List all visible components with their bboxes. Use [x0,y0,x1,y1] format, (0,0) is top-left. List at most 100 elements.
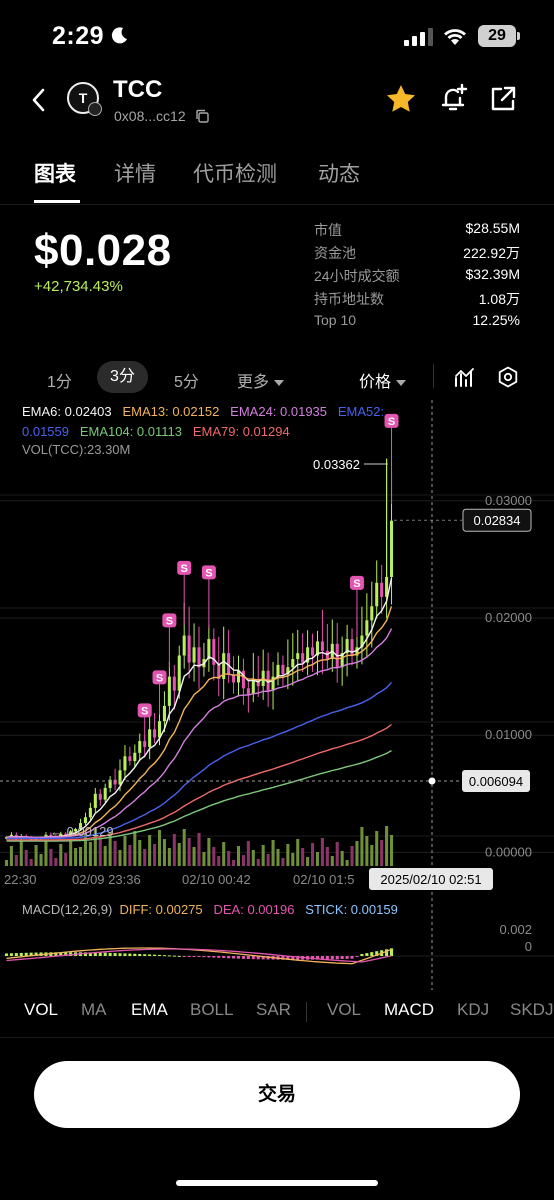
volume-bar [360,827,364,866]
volume-bar [261,845,265,866]
home-indicator [176,1180,378,1186]
candle-body [153,729,157,738]
candle-body [197,647,201,668]
volume-bar [320,838,324,866]
price-alert-bell-icon[interactable] [437,82,469,114]
stat-label: Top 10 [314,312,357,328]
copy-icon[interactable] [195,109,209,123]
share-external-icon[interactable] [488,84,518,114]
favorite-star-icon[interactable] [385,83,417,115]
current-price-tag: 0.02834 [474,513,521,528]
ind-tab-boll[interactable]: BOLL [190,1000,233,1020]
tab-chart[interactable]: 图表 [34,158,76,188]
volume-bar [276,849,280,866]
stat-value: 222.92万 [463,245,520,261]
signal-marker-letter: S [353,578,360,590]
ind-tab-vol[interactable]: VOL [24,1000,58,1020]
ema-line-ema6 [6,577,393,839]
macd-tick-top: 0.002 [499,922,532,937]
candle-body [113,779,117,785]
volume-bar [182,829,186,866]
x-tick-label: 02/10 00:42 [182,872,251,887]
macd-histogram-bar [138,953,142,956]
moon-icon [111,27,127,44]
ind-tab-kdj[interactable]: KDJ [457,1000,489,1020]
interval-1m[interactable]: 1分 [47,368,72,392]
ind-tab-sar[interactable]: SAR [256,1000,291,1020]
volume-bar [325,847,329,866]
macd-histogram-bar [157,954,162,956]
candle-body [365,620,369,636]
macd-histogram-bar [227,956,231,959]
volume-bar [311,843,315,866]
volume-bar [246,841,250,866]
macd-histogram-bar [98,952,102,956]
x-tick-label: 02/10 01:5 [293,872,354,887]
price-type-dropdown[interactable]: 价格 [359,368,407,392]
macd-histogram-bar [113,953,117,956]
candle-body [138,741,142,753]
ind-tab-macd[interactable]: MACD [384,1000,434,1020]
candle-body [320,641,324,651]
volume-bar [340,851,344,866]
more-intervals-dropdown[interactable]: 更多 [237,368,285,392]
volume-bar [187,838,191,866]
y-tick-label: 0.01000 [485,727,532,742]
candle-body [192,647,196,663]
candle-body [148,729,152,747]
ind-tab-skdj[interactable]: SKDJ [510,1000,553,1020]
price-chart[interactable]: 0.03000 0.02000 0.01000 0.00000 S S S S S S S 0.033… [0,400,554,990]
volume-bar [370,845,374,866]
volume-bar [197,833,201,866]
macd-histogram-bar [4,953,8,956]
macd-histogram-bar [355,956,359,957]
tab-details[interactable]: 详情 [114,158,156,188]
tab-activity[interactable]: 动态 [318,158,360,188]
signal-marker-letter: S [388,416,395,428]
indicator-chart-icon[interactable] [454,366,476,388]
ema52-label: EMA52: [337,404,385,419]
interval-5m[interactable]: 5分 [174,368,199,392]
token-address[interactable]: 0x08...cc12 [114,108,186,124]
ind-tab-ema[interactable]: EMA [131,1000,168,1020]
macd-histogram-bar [202,956,206,958]
chart-settings-icon[interactable] [497,366,519,388]
macd-histogram-bar [251,956,255,960]
candle-body [291,659,295,668]
volume-bar [345,860,349,866]
trade-button[interactable]: 交易 [34,1061,520,1128]
ind-tab-vol-sub[interactable]: VOL [327,1000,361,1020]
macd-histogram-bar [217,956,221,958]
interval-3m[interactable]: 3分 [97,361,148,393]
current-price: $0.028 [34,226,172,275]
macd-histogram-bar [143,954,147,956]
candle-body [83,817,87,824]
macd-stick: STICK: 0.00159 [305,902,398,917]
high-price-label: 0.03362 [313,457,360,472]
volume-bar [123,836,127,866]
back-arrow-icon[interactable] [28,86,50,114]
volume-bar [113,841,117,866]
candle-body [350,639,354,656]
volume-bar [19,841,23,866]
candle-body [93,793,97,808]
volume-bar [192,847,196,866]
volume-bar [350,846,354,866]
stat-value: $28.55M [465,220,520,236]
volume-bar [4,860,8,866]
macd-histogram-bar [212,956,216,958]
interval-selector: 1分 3分 5分 更多 价格 [0,358,554,398]
volume-bar [59,844,63,866]
status-bar: 2:29 29 [0,0,554,70]
crosshair-time-tag: 2025/02/10 02:51 [380,872,481,887]
candle-body [143,741,147,747]
ind-tab-ma[interactable]: MA [81,1000,107,1020]
tab-token-check[interactable]: 代币检测 [193,158,277,188]
ema24-value: EMA24: 0.01935 [230,404,328,419]
volume-bar [128,845,132,866]
signal-marker-letter: S [156,672,163,684]
volume-bar [162,839,166,866]
macd-histogram-bar [340,956,344,960]
volume-bar [335,842,339,866]
main-tabs: 图表 详情 代币检测 动态 [0,150,554,206]
